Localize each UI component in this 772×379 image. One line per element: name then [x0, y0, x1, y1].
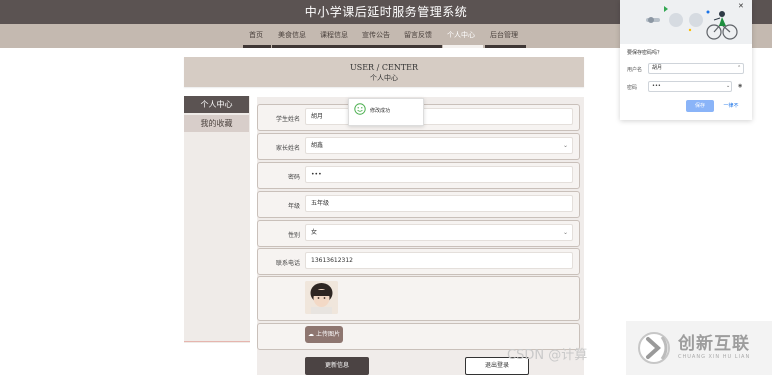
nav-active-indicator	[443, 45, 483, 48]
upload-button-label: 上传图片	[315, 331, 340, 338]
chevron-down-icon: ⌄	[563, 229, 569, 236]
field-label: 家长姓名	[275, 145, 300, 152]
password-label: 密码	[627, 85, 638, 91]
nav-indicator	[243, 45, 271, 48]
field-label: 密码	[287, 174, 300, 181]
chevron-up-icon: ⌃	[737, 65, 742, 71]
nav-indicator	[272, 45, 442, 48]
password-illustration	[620, 0, 752, 44]
sidebar	[184, 96, 250, 343]
save-password-button[interactable]: 保存	[686, 100, 714, 112]
chevron-down-icon[interactable]: ⌄	[726, 83, 730, 89]
nav-feedback[interactable]: 留言反馈	[404, 30, 432, 40]
update-info-button[interactable]: 更新信息	[305, 357, 369, 375]
brand-logo: 创新互联 CHUANG XIN HU LIAN	[626, 321, 772, 375]
username-label: 用户名	[627, 67, 643, 73]
upload-cloud-icon: ☁	[308, 331, 315, 338]
eye-icon[interactable]: ◉	[738, 83, 742, 89]
divider	[184, 341, 250, 342]
gender-select[interactable]: 女	[305, 224, 573, 241]
student-name-input[interactable]: 胡月	[305, 108, 573, 125]
nav-indicator	[485, 45, 526, 48]
success-smile-icon	[354, 103, 366, 115]
brand-name-en: CHUANG XIN HU LIAN	[678, 354, 751, 360]
avatar	[305, 281, 338, 314]
field-label: 性别	[287, 232, 300, 239]
banner-title-en: USER / CENTER	[349, 63, 419, 72]
never-save-button[interactable]: 一律不	[717, 100, 745, 112]
sidebar-item-personal-center[interactable]: 个人中心	[184, 96, 249, 113]
sidebar-item-favorites[interactable]: 我的收藏	[184, 115, 249, 132]
parent-name-select[interactable]: 胡鑫	[305, 137, 573, 154]
upload-image-button[interactable]: ☁ 上传图片	[305, 326, 343, 343]
field-label: 学生姓名	[275, 116, 300, 123]
nav-home[interactable]: 首页	[249, 30, 263, 40]
nav-course-info[interactable]: 课程信息	[320, 30, 348, 40]
field-label: 联系电话	[275, 260, 300, 267]
page-banner: USER / CENTER 个人中心	[184, 57, 584, 87]
csdn-watermark: CSDN @计算	[507, 348, 588, 363]
field-label: 年级	[287, 203, 300, 210]
nav-announcements[interactable]: 宣传公告	[362, 30, 390, 40]
password-input[interactable]: •••	[305, 166, 573, 183]
popup-title: 要保存密码吗？	[627, 50, 663, 56]
toast-message: 修改成功	[370, 108, 391, 114]
close-icon[interactable]: ✕	[738, 2, 744, 10]
nav-admin[interactable]: 后台管理	[490, 30, 518, 40]
chevron-down-icon: ⌄	[563, 142, 569, 149]
grade-input[interactable]: 五年级	[305, 195, 573, 212]
banner-title-cn: 个人中心	[370, 74, 398, 82]
brand-name-cn: 创新互联	[678, 334, 750, 354]
popup-username-field[interactable]: 胡月	[648, 63, 744, 74]
phone-input[interactable]: 13613612312	[305, 252, 573, 269]
nav-food-info[interactable]: 美食信息	[278, 30, 306, 40]
popup-password-field[interactable]: •••	[648, 81, 732, 92]
nav-personal-center[interactable]: 个人中心	[447, 30, 475, 40]
